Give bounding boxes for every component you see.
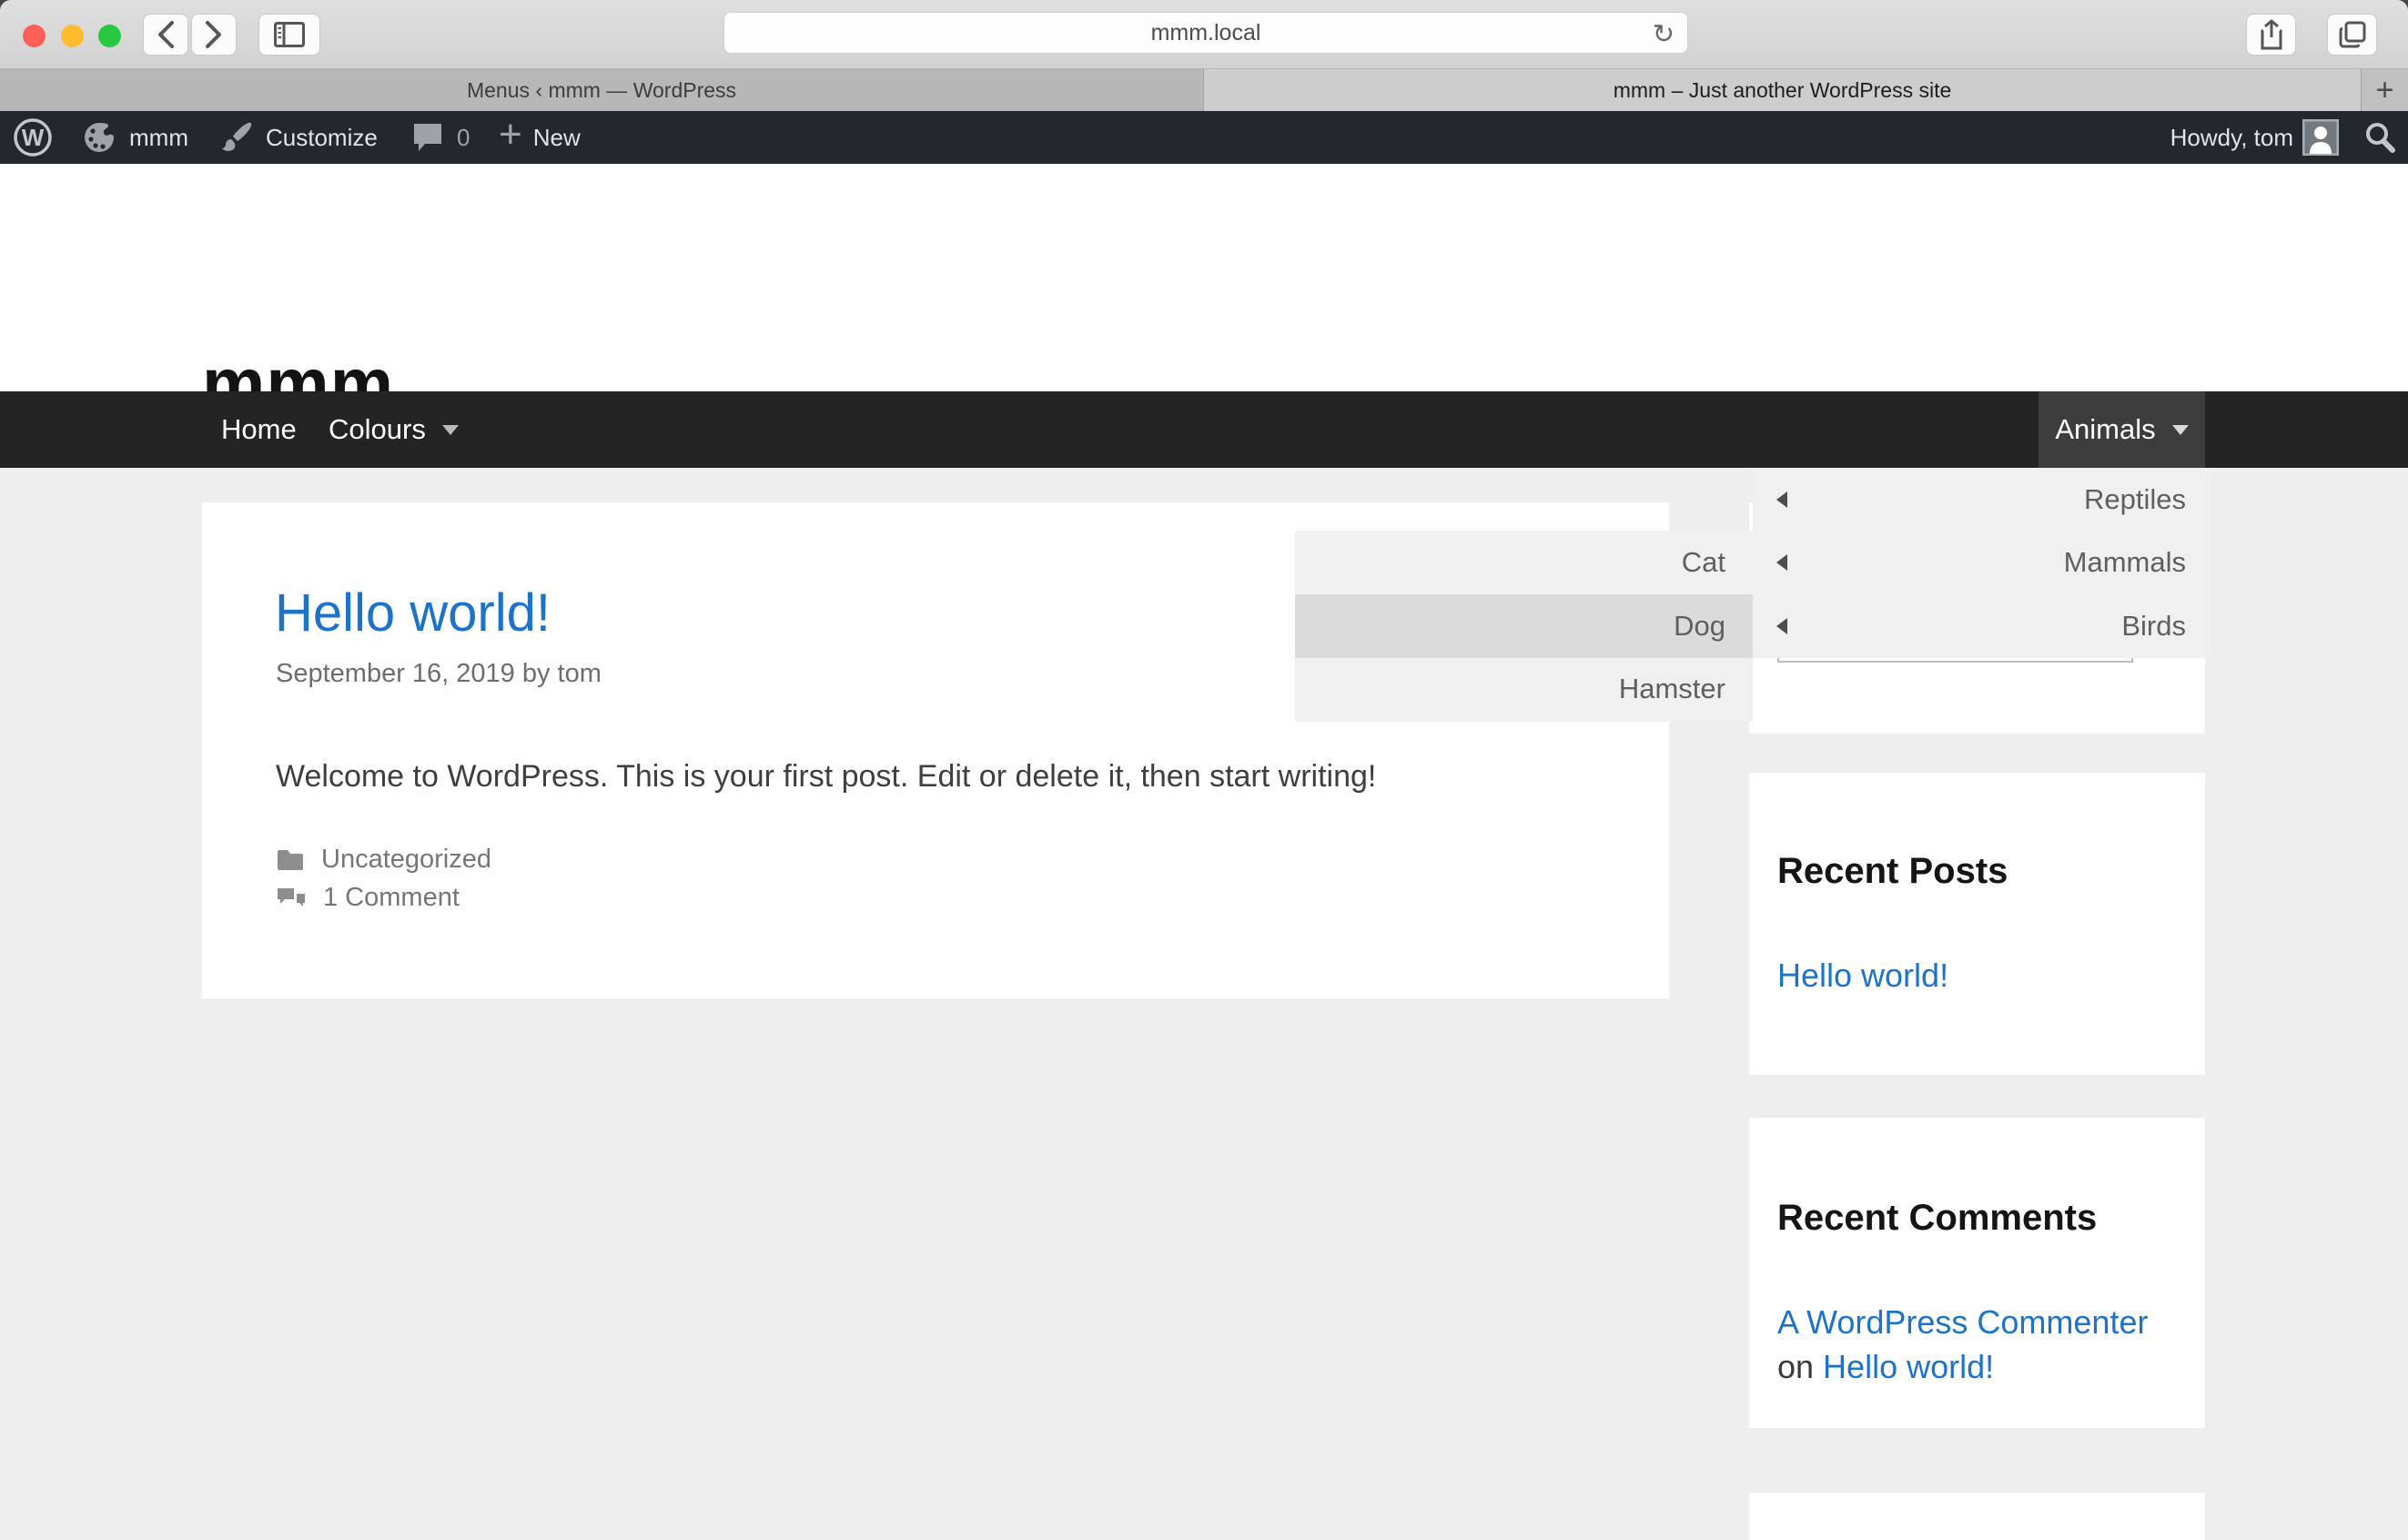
tab-site-front[interactable]: mmm – Just another WordPress site: [1204, 69, 2361, 111]
customize-menu[interactable]: Customize: [218, 111, 378, 164]
site-name-label: mmm: [129, 123, 188, 151]
sidebar-icon: [274, 22, 305, 47]
post-comments-row: 1 Comment: [276, 883, 460, 913]
forward-button[interactable]: [191, 14, 237, 56]
wp-logo-menu[interactable]: W: [13, 111, 53, 164]
tab-overview-icon: [2339, 21, 2366, 48]
howdy-label: Howdy, tom: [2170, 123, 2293, 151]
folder-icon: [276, 848, 305, 872]
menu-item-label: Dog: [1674, 609, 1725, 642]
nav-item-home[interactable]: Home: [221, 391, 297, 468]
menu-item-label: Birds: [2121, 609, 2186, 642]
recent-comments-heading: Recent Comments: [1777, 1198, 2098, 1238]
mammals-submenu: Cat Dog Hamster: [1295, 531, 1753, 722]
comment-author-link[interactable]: A WordPress Commenter: [1777, 1303, 2148, 1342]
nav-home-label: Home: [221, 413, 297, 445]
menu-item-label: Cat: [1681, 545, 1725, 578]
post-body: Welcome to WordPress. This is your first…: [276, 759, 1377, 794]
chevron-left-icon: [156, 20, 176, 49]
nav-animals-label: Animals: [2055, 413, 2156, 445]
animals-submenu: Reptiles Mammals Birds: [1753, 468, 2211, 658]
reload-icon[interactable]: ↻: [1653, 18, 1674, 50]
chevron-left-icon: [1776, 617, 1787, 634]
zoom-window-button[interactable]: [98, 25, 121, 47]
close-window-button[interactable]: [23, 25, 46, 47]
comment-on-line: on Hello world!: [1777, 1348, 1994, 1386]
recent-posts-heading: Recent Posts: [1777, 851, 2008, 891]
new-tab-button[interactable]: +: [2361, 69, 2408, 111]
commented-post-link[interactable]: Hello world!: [1823, 1348, 1994, 1385]
post-meta: September 16, 2019 by tom: [276, 659, 602, 688]
chevron-left-icon: [1776, 491, 1787, 508]
search-toggle[interactable]: [2362, 111, 2397, 164]
safari-window: mmm.local ↻ Menus ‹ mmm — WordPress mmm …: [0, 0, 2408, 1540]
site-header: mmm Just another WordPress site: [0, 164, 2408, 481]
plus-icon: +: [499, 112, 522, 157]
menu-item-mammals[interactable]: Mammals: [1753, 532, 2211, 595]
wp-admin-bar: W mmm Customize 0 + New Howdy, tom: [0, 111, 2408, 164]
share-button[interactable]: [2246, 14, 2296, 56]
svg-text:W: W: [22, 124, 45, 151]
connector-text: on: [1777, 1348, 1824, 1385]
recent-posts-widget: Recent Posts Hello world!: [1749, 773, 2205, 1075]
paintbrush-icon: [218, 120, 253, 155]
bottom-widget: [1749, 1493, 2205, 1540]
sidebar-toggle-button[interactable]: [258, 14, 320, 56]
recent-post-link[interactable]: Hello world!: [1777, 957, 1948, 995]
tab-bar: Menus ‹ mmm — WordPress mmm – Just anoth…: [0, 69, 2408, 111]
menu-item-reptiles[interactable]: Reptiles: [1753, 468, 2211, 532]
url-text: mmm.local: [1150, 19, 1261, 46]
customize-label: Customize: [266, 123, 378, 151]
comment-bubble-icon: [411, 120, 444, 155]
main-navigation: Home Colours Animals: [0, 391, 2408, 468]
comments-icon: [276, 885, 307, 912]
share-icon: [2260, 19, 2283, 50]
menu-item-label: Reptiles: [2084, 482, 2186, 515]
menu-item-dog[interactable]: Dog: [1295, 593, 1753, 658]
post-title-link[interactable]: Hello world!: [275, 583, 551, 643]
nav-item-colours[interactable]: Colours: [329, 391, 459, 468]
tab-title: Menus ‹ mmm — WordPress: [466, 77, 737, 102]
site-icon: [82, 120, 116, 155]
my-account-menu[interactable]: Howdy, tom: [2170, 111, 2293, 164]
post-category-link[interactable]: Uncategorized: [321, 845, 491, 875]
comments-menu[interactable]: 0: [411, 111, 470, 164]
post-category-row: Uncategorized: [276, 845, 491, 875]
nav-colours-label: Colours: [329, 413, 426, 445]
tab-overview-button[interactable]: [2327, 14, 2377, 56]
minimize-window-button[interactable]: [61, 25, 84, 47]
recent-comments-widget: Recent Comments A WordPress Commenter on…: [1749, 1118, 2205, 1428]
avatar[interactable]: [2302, 111, 2339, 164]
chevron-left-icon: [1776, 554, 1787, 572]
address-bar[interactable]: mmm.local ↻: [723, 12, 1688, 54]
comments-count: 0: [457, 123, 470, 151]
browser-titlebar: mmm.local ↻: [0, 0, 2408, 69]
back-button[interactable]: [143, 14, 188, 56]
menu-item-hamster[interactable]: Hamster: [1295, 658, 1753, 722]
search-icon: [2362, 120, 2397, 155]
menu-item-birds[interactable]: Birds: [1753, 594, 2211, 658]
chevron-down-icon: [2171, 424, 2189, 435]
plus-icon: +: [2375, 72, 2394, 107]
new-label: New: [532, 123, 581, 151]
site-name-menu[interactable]: mmm: [82, 111, 188, 164]
post-comments-link[interactable]: 1 Comment: [323, 883, 460, 913]
new-content-menu[interactable]: + New: [499, 111, 581, 164]
menu-item-cat[interactable]: Cat: [1295, 531, 1753, 594]
menu-item-label: Hamster: [1618, 673, 1725, 705]
chevron-down-icon: [441, 424, 459, 435]
menu-item-label: Mammals: [2063, 546, 2186, 579]
wordpress-logo-icon: W: [13, 117, 53, 157]
tab-title: mmm – Just another WordPress site: [1613, 77, 1952, 102]
nav-item-animals[interactable]: Animals: [2039, 391, 2205, 468]
tab-wordpress-admin[interactable]: Menus ‹ mmm — WordPress: [0, 69, 1204, 111]
chevron-right-icon: [204, 20, 224, 49]
